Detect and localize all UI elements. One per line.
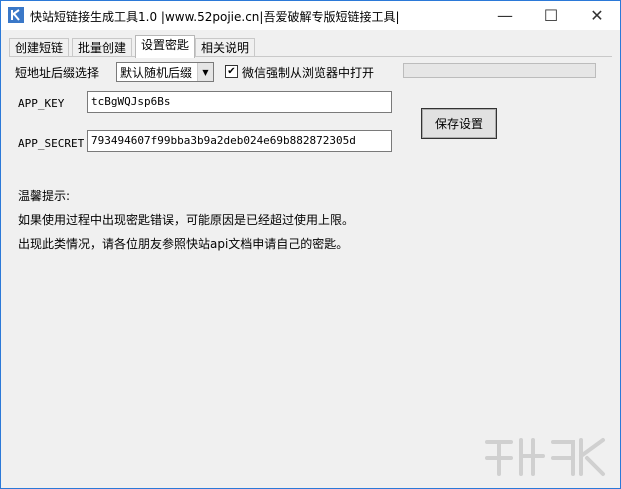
tab-set-key[interactable]: 设置密匙 [135, 35, 196, 58]
close-button[interactable]: ✕ [574, 1, 620, 30]
app-secret-value: 793494607f99bba3b9a2deb024e69b882872305d [91, 134, 356, 147]
suffix-select-value: 默认随机后缀 [120, 66, 193, 80]
suffix-label: 短地址后缀选择 [15, 66, 100, 80]
close-icon: ✕ [590, 6, 604, 25]
title-bar[interactable]: 快站短链接生成工具1.0 |www.52pojie.cn|吾爱破解专版短链接工具… [1, 1, 620, 30]
tab-create-short-link[interactable]: 创建短链 [9, 38, 70, 57]
wechat-checkbox[interactable]: ✔ [225, 65, 238, 78]
tab-batch-create[interactable]: 批量创建 [72, 38, 133, 57]
suffix-select[interactable]: 默认随机后缀 ▼ [116, 62, 214, 82]
wechat-checkbox-label[interactable]: 微信强制从浏览器中打开 [242, 64, 374, 81]
save-settings-button[interactable]: 保存设置 [421, 108, 497, 139]
app-key-value: tcBgWQJsp6Bs [91, 95, 171, 108]
maximize-button[interactable]: ☐ [528, 1, 574, 30]
app-key-input[interactable]: tcBgWQJsp6Bs [87, 91, 392, 113]
app-window: 快站短链接生成工具1.0 |www.52pojie.cn|吾爱破解专版短链接工具… [0, 0, 621, 489]
watermark-logo-icon [485, 438, 605, 476]
window-title: 快站短链接生成工具1.0 |www.52pojie.cn|吾爱破解专版短链接工具… [30, 10, 400, 24]
chevron-down-icon[interactable]: ▼ [197, 63, 213, 81]
progress-bar [403, 63, 596, 78]
app-secret-label: APP_SECRET [18, 137, 85, 150]
k-logo-icon [8, 7, 24, 23]
tips-line-2: 出现此类情况，请各位朋友参照快站api文档申请自己的密匙。 [18, 237, 349, 251]
checkmark-icon: ✔ [227, 66, 236, 77]
maximize-icon: ☐ [543, 6, 559, 25]
tips-heading: 温馨提示: [18, 189, 71, 203]
minimize-button[interactable]: — [482, 1, 528, 30]
settings-panel: 短地址后缀选择 默认随机后缀 ▼ ✔ 微信强制从浏览器中打开 APP_KEY t… [9, 56, 612, 482]
minimize-icon: — [497, 6, 513, 25]
tab-about[interactable]: 相关说明 [195, 38, 256, 57]
app-key-label: APP_KEY [18, 97, 65, 110]
tips-line-1: 如果使用过程中出现密匙错误，可能原因是已经超过使用上限。 [18, 213, 355, 227]
app-secret-input[interactable]: 793494607f99bba3b9a2deb024e69b882872305d [87, 130, 392, 152]
